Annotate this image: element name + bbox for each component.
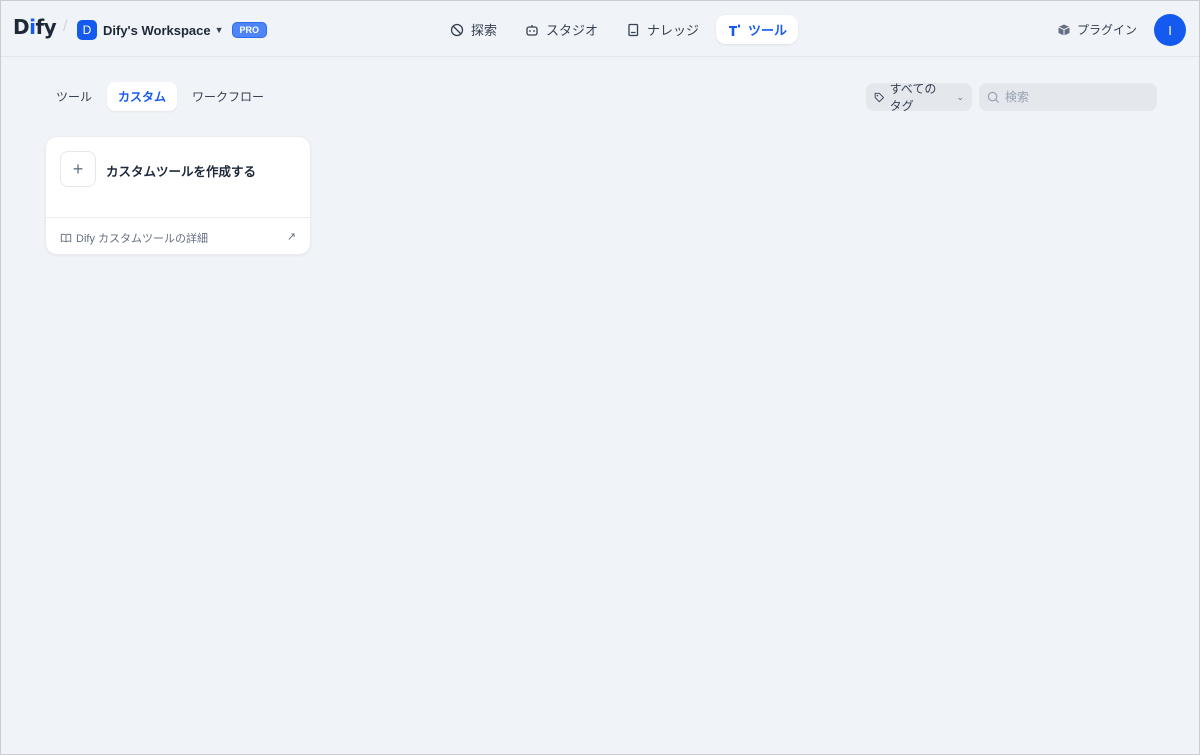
search-icon (987, 91, 1000, 103)
create-custom-tool-label: カスタムツールを作成する (106, 165, 257, 179)
breadcrumb-separator: / (63, 18, 68, 35)
compass-icon (450, 23, 464, 36)
create-custom-tool-card: + カスタムツールを作成する Dify カスタムツールの詳細 ↗ (45, 136, 311, 255)
custom-tool-docs-link[interactable]: Dify カスタムツールの詳細 (60, 230, 208, 246)
plugin-button[interactable]: プラグイン (1057, 21, 1137, 38)
top-header: Dify / D Dify's Workspace ▼ PRO 探索 スタジオ … (1, 1, 1199, 57)
tag-filter-label: すべてのタグ (889, 82, 937, 113)
tab-workflow[interactable]: ワークフロー (181, 82, 275, 111)
workspace-name: Dify's Workspace (103, 22, 211, 38)
workspace-avatar: D (77, 20, 97, 40)
app-window: Dify / D Dify's Workspace ▼ PRO 探索 スタジオ … (0, 0, 1200, 755)
search-input[interactable] (1005, 90, 1145, 104)
tab-tools[interactable]: ツール (45, 82, 103, 111)
search-box[interactable] (979, 83, 1157, 111)
tool-icon (729, 24, 741, 36)
nav-studio[interactable]: スタジオ (514, 15, 609, 44)
open-book-icon (60, 233, 72, 243)
nav-tools[interactable]: ツール (716, 15, 799, 44)
card-divider (46, 217, 310, 218)
book-icon (628, 23, 639, 36)
tag-icon (874, 92, 885, 102)
main-nav: 探索 スタジオ ナレッジ ツール (439, 15, 799, 44)
create-custom-tool-button[interactable]: + カスタムツールを作成する (46, 137, 310, 218)
nav-knowledge[interactable]: ナレッジ (615, 15, 710, 44)
user-avatar[interactable]: I (1154, 14, 1186, 46)
dify-logo[interactable]: Dify (13, 15, 57, 39)
chevron-down-icon: ▼ (214, 25, 224, 35)
chevron-down-icon: ⌄ (956, 91, 964, 102)
category-tabs: ツール カスタム ワークフロー (45, 82, 275, 111)
external-link-arrow-icon[interactable]: ↗ (287, 230, 296, 243)
plus-icon: + (60, 151, 96, 187)
plan-badge: PRO (231, 22, 268, 38)
workspace-selector[interactable]: D Dify's Workspace ▼ PRO (77, 19, 268, 41)
nav-explore[interactable]: 探索 (439, 15, 508, 44)
robot-icon (526, 24, 538, 36)
tag-filter-dropdown[interactable]: すべてのタグ ⌄ (866, 82, 972, 113)
tab-custom[interactable]: カスタム (107, 82, 178, 111)
cube-icon (1058, 24, 1070, 35)
